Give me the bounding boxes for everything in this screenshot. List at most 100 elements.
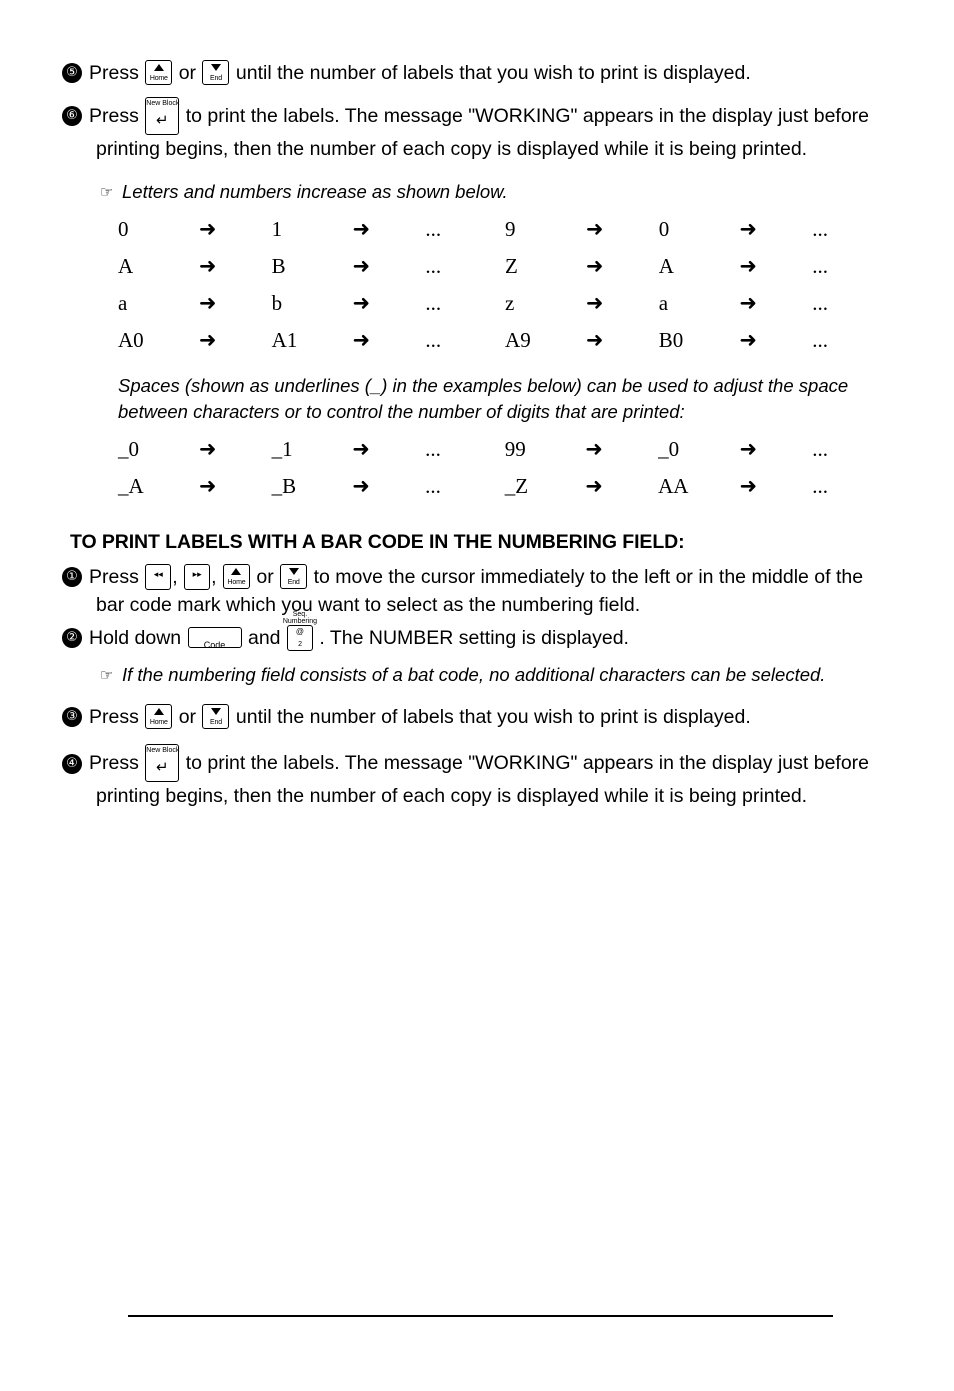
key-up-home[interactable]: Home bbox=[145, 703, 173, 729]
cell-ellipsis: ... bbox=[812, 290, 828, 315]
key-seq-numbering-2[interactable]: Seq. Numbering @ 2 bbox=[283, 611, 317, 651]
table-row: 0 ➜ 1 ➜ ... 9 ➜ 0 ➜ ... bbox=[118, 211, 892, 248]
cell-value: a bbox=[658, 290, 669, 315]
step-text-after: until the number of labels that you wish… bbox=[235, 705, 751, 728]
note-bar-code: ☞ If the numbering field consists of a ba… bbox=[100, 662, 892, 688]
arrow-up-icon bbox=[153, 64, 164, 72]
cell-value: 99 bbox=[504, 436, 526, 461]
key-down-end[interactable]: End bbox=[202, 703, 230, 729]
key-code[interactable]: Code bbox=[187, 627, 242, 651]
cell-value: Z bbox=[505, 253, 518, 278]
cell-value: B bbox=[271, 253, 286, 278]
step-3: ③ Press Home or End until the number of l… bbox=[62, 702, 892, 731]
key-up-home[interactable]: Home bbox=[222, 564, 250, 590]
step-text-after: to print the labels. The message "WORKIN… bbox=[185, 104, 870, 127]
arrow-icon: ➜ bbox=[352, 254, 371, 279]
cursor-left-icon: ◂◂ bbox=[153, 568, 163, 579]
step-4: ④ Press New Block ↵ to print the labels. … bbox=[62, 744, 892, 810]
step-continuation: printing begins, then the number of each… bbox=[96, 137, 808, 160]
key-sub-label bbox=[185, 580, 209, 588]
step-1: ① Press ◂◂ , ▸▸ , Home or End to move the… bbox=[62, 562, 892, 619]
sequence-table-2: _0 ➜ _1 ➜ ... 99 ➜ _0 ➜ ... _A ➜ _B ➜ ..… bbox=[118, 431, 892, 505]
key-end-label: End bbox=[210, 718, 222, 726]
numbering-label: Numbering bbox=[282, 618, 318, 626]
key-down-end[interactable]: End bbox=[280, 564, 308, 590]
pointing-hand-icon: ☞ bbox=[100, 182, 114, 201]
arrow-icon: ➜ bbox=[739, 254, 758, 279]
cell-value: B0 bbox=[658, 327, 684, 352]
key-home-label: Home bbox=[227, 579, 246, 587]
arrow-icon: ➜ bbox=[739, 217, 758, 242]
arrow-icon: ➜ bbox=[352, 474, 370, 499]
table-row: A0 ➜ A1 ➜ ... A9 ➜ B0 ➜ ... bbox=[118, 322, 892, 359]
pointing-hand-icon: ☞ bbox=[100, 665, 114, 684]
arrow-icon: ➜ bbox=[739, 328, 758, 353]
arrow-icon: ➜ bbox=[585, 474, 603, 499]
arrow-icon: ➜ bbox=[352, 328, 371, 353]
step-number: ④ bbox=[62, 753, 82, 774]
cell-value: A0 bbox=[118, 327, 144, 352]
cell-ellipsis: ... bbox=[425, 436, 441, 461]
key-new-block-enter[interactable]: New Block ↵ bbox=[145, 96, 179, 135]
key-new-block-label: New Block bbox=[146, 747, 180, 755]
cell-value: a bbox=[118, 290, 128, 315]
cell-ellipsis: ... bbox=[812, 216, 828, 241]
cell-ellipsis: ... bbox=[812, 436, 828, 461]
arrow-up-icon bbox=[231, 568, 242, 576]
arrow-icon: ➜ bbox=[352, 437, 370, 462]
key-sub-label bbox=[146, 580, 170, 588]
cell-value: b bbox=[271, 290, 283, 315]
cursor-right-icon: ▸▸ bbox=[192, 568, 202, 579]
note-letters-increase: ☞ Letters and numbers increase as shown b… bbox=[100, 179, 892, 205]
arrow-icon: ➜ bbox=[198, 437, 217, 462]
step-2: ② Hold down Code and Seq. Numbering @ 2 . … bbox=[62, 611, 892, 652]
key-home-label: Home bbox=[149, 718, 168, 726]
step-text-after: to move the cursor immediately to the le… bbox=[313, 565, 864, 588]
page-content: ⑤ Press Home or End until the number of l… bbox=[62, 58, 892, 814]
seq-label: Seq. bbox=[292, 610, 308, 618]
key-code-label: Code bbox=[203, 640, 226, 651]
step-text-after: . The NUMBER setting is displayed. bbox=[319, 626, 629, 649]
step-number: ⑤ bbox=[62, 63, 82, 83]
table-row: _A ➜ _B ➜ ... _Z ➜ AA ➜ ... bbox=[118, 468, 892, 505]
step-text-after: until the number of labels that you wish… bbox=[235, 61, 751, 84]
step-text-before: Hold down bbox=[89, 626, 182, 649]
arrow-down-icon bbox=[210, 64, 221, 72]
arrow-icon: ➜ bbox=[585, 328, 604, 353]
step-continuation: bar code mark which you want to select a… bbox=[96, 593, 641, 616]
arrow-icon: ➜ bbox=[198, 217, 217, 242]
key-new-block-enter[interactable]: New Block ↵ bbox=[145, 744, 180, 783]
cell-value: 0 bbox=[658, 216, 670, 241]
arrow-icon: ➜ bbox=[198, 328, 217, 353]
step-6: ⑥ Press New Block ↵ to print the labels. … bbox=[62, 96, 892, 163]
spaces-paragraph: Spaces (shown as underlines (_) in the e… bbox=[118, 374, 849, 422]
arrow-icon: ➜ bbox=[585, 217, 604, 242]
separator-comma: , bbox=[211, 565, 217, 588]
cell-value: _1 bbox=[271, 436, 293, 461]
cell-ellipsis: ... bbox=[812, 253, 828, 278]
key-end-label: End bbox=[210, 75, 222, 83]
arrow-icon: ➜ bbox=[352, 217, 371, 242]
step-text-after: to print the labels. The message "WORKIN… bbox=[185, 752, 870, 775]
arrow-icon: ➜ bbox=[198, 254, 217, 279]
cell-ellipsis: ... bbox=[425, 216, 442, 241]
cell-ellipsis: ... bbox=[425, 290, 442, 315]
step-text-before: Press bbox=[89, 705, 139, 728]
key-cursor-left[interactable]: ◂◂ bbox=[145, 563, 172, 590]
enter-arrow-icon: ↵ bbox=[155, 758, 169, 777]
table-row: _0 ➜ _1 ➜ ... 99 ➜ _0 ➜ ... bbox=[118, 431, 892, 468]
step-text-before: Press bbox=[89, 61, 139, 84]
cell-value: A bbox=[658, 253, 674, 278]
arrow-icon: ➜ bbox=[352, 291, 371, 316]
key-at-symbol: @ bbox=[295, 626, 305, 636]
key-down-end[interactable]: End bbox=[202, 60, 230, 86]
arrow-icon: ➜ bbox=[198, 474, 217, 499]
step-text-before: Press bbox=[89, 565, 139, 588]
arrow-icon: ➜ bbox=[585, 291, 604, 316]
cell-value: _Z bbox=[504, 473, 529, 498]
footer-divider bbox=[128, 1315, 833, 1317]
key-cursor-right[interactable]: ▸▸ bbox=[184, 563, 211, 590]
key-up-home[interactable]: Home bbox=[145, 60, 173, 86]
step-number: ⑥ bbox=[62, 106, 82, 126]
step-number: ③ bbox=[62, 706, 82, 727]
